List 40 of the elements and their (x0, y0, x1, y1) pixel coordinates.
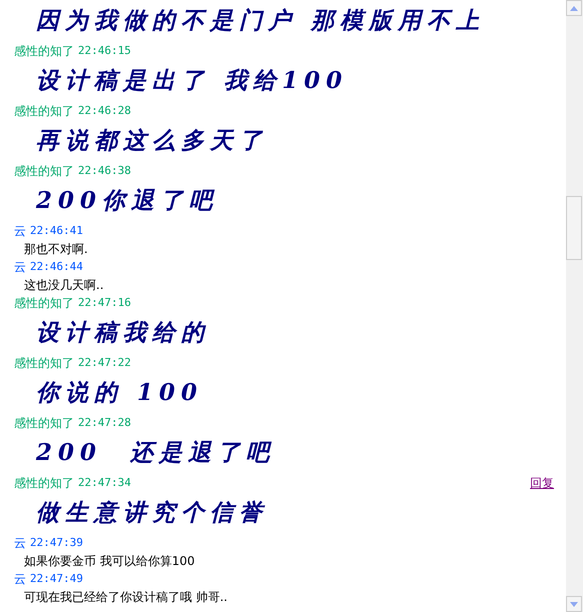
message-text: 如果你要金币 我可以给你算100 (24, 554, 195, 568)
message-text: 你说的 100 (36, 379, 204, 406)
sender-name: 感性的知了 (14, 163, 74, 180)
message-time: 22:47:28 (78, 415, 131, 431)
message-time: 22:46:38 (78, 163, 131, 179)
scroll-down-button[interactable] (566, 596, 582, 612)
message-text: 那也不对啊. (24, 242, 88, 256)
scroll-up-button[interactable] (566, 0, 582, 16)
message-time: 22:46:44 (30, 259, 83, 275)
sender-name: 感性的知了 (14, 355, 74, 372)
message-time: 22:47:49 (30, 571, 83, 587)
message-text: 设计稿我给的 (36, 319, 210, 346)
sender-name: 云 (14, 535, 26, 552)
reply-link[interactable]: 回复 (530, 474, 554, 492)
scrollbar-thumb[interactable] (566, 196, 582, 260)
sender-name: 感性的知了 (14, 43, 74, 60)
sender-name: 云 (14, 259, 26, 276)
message-text: 200你退了吧 (36, 187, 218, 214)
sender-name: 感性的知了 (14, 295, 74, 312)
message-time: 22:46:41 (30, 223, 83, 239)
message-text: 200 还是退了吧 (36, 439, 276, 466)
message-time: 22:47:34 (78, 475, 131, 491)
message-text: 设计稿是出了 我给100 (36, 67, 348, 94)
sender-name: 感性的知了 (14, 103, 74, 120)
message-text: 再说都这么多天了 (36, 127, 268, 154)
message-time: 22:46:15 (78, 43, 131, 59)
sender-name: 云 (14, 571, 26, 588)
message-time: 22:47:39 (30, 535, 83, 551)
message-time: 22:47:22 (78, 355, 131, 371)
message-time: 22:47:16 (78, 295, 131, 311)
message-text: 因为我做的不是门户 那模版用不上 (36, 7, 486, 34)
message-text: 这也没几天啊.. (24, 278, 104, 292)
up-arrow-icon (570, 6, 578, 10)
message-time: 22:46:28 (78, 103, 131, 119)
sender-name: 云 (14, 223, 26, 240)
sender-name: 感性的知了 (14, 475, 74, 492)
sender-name: 感性的知了 (14, 415, 74, 432)
down-arrow-icon (570, 602, 578, 606)
message-text: 可现在我已经给了你设计稿了哦 帅哥.. (24, 590, 228, 604)
message-text: 做生意讲究个信誉 (36, 499, 268, 526)
